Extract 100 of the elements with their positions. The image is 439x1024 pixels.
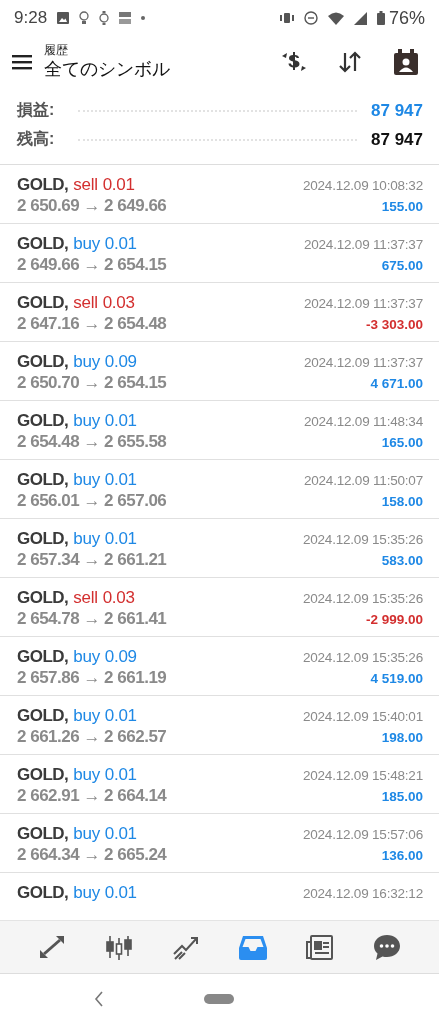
trade-time: 2024.12.09 16:32:12 [302,886,423,901]
trade-volume: 0.01 [104,824,137,844]
trade-profit: 198.00 [381,730,423,745]
summary-value: 87 947 [371,129,423,150]
trade-profit: 158.00 [381,494,423,509]
trade-profit: 4 671.00 [370,376,423,391]
dot-icon [141,16,146,20]
battery-level: 76% [388,7,425,29]
watch-icon [99,11,110,25]
trade-row[interactable]: GOLD, buy 0.01 2024.12.09 15:57:06 2 664.34 → 2 665.24 136.00 [0,814,439,873]
trade-volume: 0.01 [102,175,135,195]
trade-prices: 2 657.34 → 2 661.21 [17,550,167,570]
summary-label: 残高: [17,129,55,149]
trade-volume: 0.01 [104,883,137,903]
trade-symbol: GOLD, [17,529,69,549]
candlestick-icon [104,933,133,961]
trade-prices: 2 650.69 → 2 649.66 [17,196,167,216]
trade-side: buy [73,647,100,667]
back-chevron-icon [93,991,104,1007]
trade-profit: -3 303.00 [365,317,423,332]
chat-bubble-icon [373,933,402,961]
trade-profit: -2 999.00 [365,612,423,627]
summary-label: 損益: [17,100,55,120]
trade-row[interactable]: GOLD, buy 0.01 2024.12.09 15:35:26 2 657.34 → 2 661.21 583.00 [0,519,439,578]
wifi-icon [327,11,344,25]
vibrate-icon [279,12,294,24]
trade-profit: 165.00 [381,435,423,450]
trade-symbol: GOLD, [17,647,69,667]
trade-prices: 2 664.34 → 2 665.24 [17,845,167,865]
trade-volume: 0.03 [102,588,135,608]
trade-time: 2024.12.09 15:35:26 [302,650,423,665]
image-icon [57,12,70,24]
trade-row[interactable]: GOLD, sell 0.03 2024.12.09 11:37:37 2 647.16 → 2 654.48 -3 303.00 [0,283,439,342]
bulb-icon [79,11,90,25]
screen-subtitle: 履歴 [44,43,69,58]
trade-symbol: GOLD, [17,883,69,903]
trade-symbol: GOLD, [17,824,69,844]
newspaper-icon [306,933,335,961]
trade-profit: 155.00 [381,199,423,214]
trade-prices: 2 647.16 → 2 654.48 [17,314,167,334]
menu-icon [12,54,32,70]
trade-time: 2024.12.09 15:57:06 [302,827,423,842]
trade-symbol: GOLD, [17,470,69,490]
trade-symbol: GOLD, [17,765,69,785]
symbol-filter[interactable]: 全てのシンボル [44,58,279,81]
trade-profit: 136.00 [381,848,423,863]
trade-symbol: GOLD, [17,352,69,372]
trade-side: buy [73,883,100,903]
trade-row[interactable]: GOLD, buy 0.09 2024.12.09 15:35:26 2 657.86 → 2 661.19 4 519.00 [0,637,439,696]
trade-time: 2024.12.09 11:50:07 [303,473,423,488]
signal-icon [353,11,367,25]
trade-side: buy [73,411,100,431]
trade-side: sell [73,293,98,313]
trade-prices: 2 662.91 → 2 664.14 [17,786,167,806]
trade-row[interactable]: GOLD, buy 0.01 2024.12.09 11:50:07 2 656.01 → 2 657.06 158.00 [0,460,439,519]
trade-row[interactable]: GOLD, buy 0.01 2024.12.09 15:48:21 2 662.91 → 2 664.14 185.00 [0,755,439,814]
trade-prices: 2 649.66 → 2 654.15 [17,255,167,275]
dollar-arrows-icon [280,50,308,74]
trade-symbol: GOLD, [17,234,69,254]
trade-volume: 0.09 [104,352,137,372]
battery-icon [376,11,385,25]
trade-prices: 2 654.48 → 2 655.58 [17,432,167,452]
trade-time: 2024.12.09 15:40:01 [302,709,423,724]
trade-prices: 2 650.70 → 2 654.15 [17,373,167,393]
trade-side: buy [73,706,100,726]
trade-row[interactable]: GOLD, buy 0.01 2024.12.09 15:40:01 2 661.26 → 2 662.57 198.00 [0,696,439,755]
trade-prices: 2 657.86 → 2 661.19 [17,668,167,688]
trade-row[interactable]: GOLD, buy 0.01 2024.12.09 11:37:37 2 649.66 → 2 654.15 675.00 [0,224,439,283]
trade-symbol: GOLD, [17,293,69,313]
trade-volume: 0.01 [104,411,137,431]
trade-volume: 0.01 [104,470,137,490]
trade-row[interactable]: GOLD, buy 0.01 2024.12.09 11:48:34 2 654.48 → 2 655.58 165.00 [0,401,439,460]
home-button[interactable] [204,994,235,1004]
trade-row[interactable]: GOLD, buy 0.09 2024.12.09 11:37:37 2 650.70 → 2 654.15 4 671.00 [0,342,439,401]
trade-profit: 675.00 [381,258,423,273]
trade-profit: 583.00 [381,553,423,568]
trade-volume: 0.01 [104,529,137,549]
trade-volume: 0.03 [102,293,135,313]
trade-profit: 185.00 [381,789,423,804]
trade-side: buy [73,470,100,490]
trade-volume: 0.01 [104,234,137,254]
trade-row[interactable]: GOLD, sell 0.03 2024.12.09 15:35:26 2 654.78 → 2 661.41 -2 999.00 [0,578,439,637]
trade-prices: 2 654.78 → 2 661.41 [17,609,167,629]
diagonal-arrows-icon [37,933,66,961]
trade-time: 2024.12.09 11:37:37 [303,355,423,370]
inbox-icon [239,933,268,961]
trade-side: sell [73,175,98,195]
trade-volume: 0.01 [104,706,137,726]
trade-row[interactable]: GOLD, sell 0.01 2024.12.09 10:08:32 2 650.69 → 2 649.66 155.00 [0,165,439,224]
trade-side: buy [73,352,100,372]
trade-side: buy [73,234,100,254]
status-time: 9:28 [14,8,48,28]
trade-side: sell [73,588,98,608]
trade-time: 2024.12.09 11:48:34 [303,414,423,429]
trade-time: 2024.12.09 15:35:26 [302,591,423,606]
summary-value: 87 947 [371,100,423,121]
calendar-button[interactable] [391,47,421,77]
trade-prices: 2 656.01 → 2 657.06 [17,491,167,511]
calendar-person-icon [394,49,418,75]
trade-symbol: GOLD, [17,588,69,608]
